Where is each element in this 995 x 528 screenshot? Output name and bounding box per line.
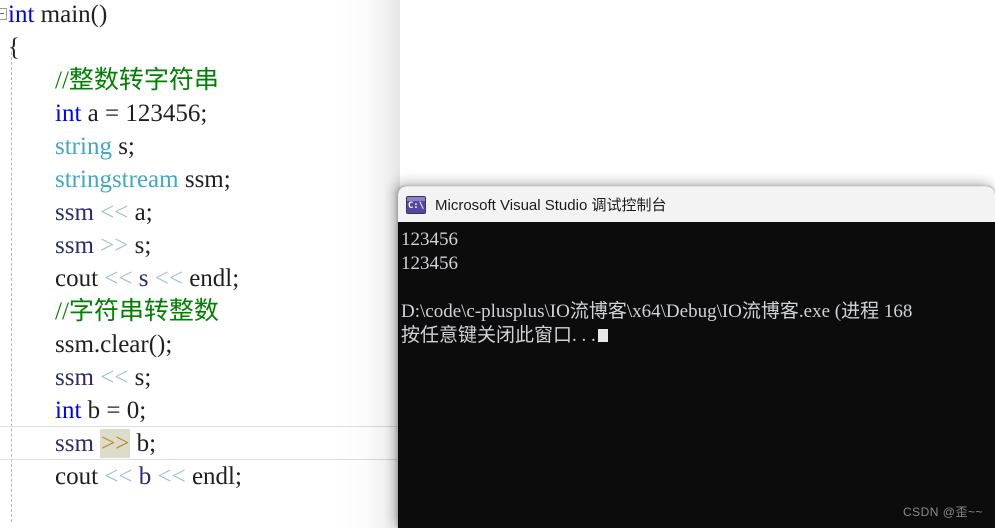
code-token: >> <box>100 232 129 259</box>
console-line-text: 按任意键关闭此窗口. . . <box>401 325 596 346</box>
code-token: a; <box>128 199 153 226</box>
csdn-watermark: CSDN @歪~~ <box>902 505 983 519</box>
console-line-text: 123456 <box>401 253 458 274</box>
code-token: ssm <box>55 232 101 259</box>
code-token: << <box>104 463 133 490</box>
console-output-line: 123456 <box>401 228 995 252</box>
code-token: b <box>132 463 158 490</box>
code-token: { <box>8 34 20 61</box>
code-token: ssm <box>55 430 101 457</box>
code-line[interactable]: cout << b << endl; <box>0 460 242 493</box>
code-line[interactable]: int b = 0; <box>0 394 146 427</box>
console-cursor <box>597 329 608 342</box>
console-output-line: 按任意键关闭此窗口. . . <box>401 324 995 348</box>
code-token: ssm; <box>178 166 231 193</box>
code-line[interactable]: ssm << s; <box>0 361 151 394</box>
code-token: //整数转字符串 <box>55 67 219 94</box>
console-window-title: Microsoft Visual Studio 调试控制台 <box>435 197 667 214</box>
code-token: 0 <box>126 397 140 424</box>
code-token: 123456 <box>125 100 201 127</box>
code-token: b = <box>81 397 127 424</box>
code-token: cout <box>55 265 105 292</box>
code-token: ssm <box>55 364 101 391</box>
code-line[interactable]: //整数转字符串 <box>0 64 219 97</box>
code-token: a = <box>81 100 126 127</box>
code-token: s; <box>111 133 135 160</box>
code-token: ssm <box>55 199 101 226</box>
console-app-icon: C:\ <box>406 195 426 214</box>
code-token: ; <box>200 100 208 127</box>
console-titlebar[interactable]: C:\ Microsoft Visual Studio 调试控制台 <box>398 186 995 222</box>
code-token: << <box>157 463 186 490</box>
console-app-icon-label: C:\ <box>407 200 425 211</box>
code-token: ; <box>139 397 147 424</box>
code-token: string <box>55 133 112 160</box>
code-line[interactable]: ssm >> s; <box>0 229 151 262</box>
console-line-text: D:\code\c-plusplus\IO流博客\x64\Debug\IO流博客… <box>401 301 913 322</box>
console-output-lines: 123456 123456 D:\code\c-plusplus\IO流博客\x64… <box>401 228 995 348</box>
code-token: stringstream <box>55 166 179 193</box>
console-line-text: 123456 <box>401 229 458 250</box>
code-line[interactable]: string s; <box>0 130 135 163</box>
code-token: int <box>8 1 35 28</box>
code-token: //字符串转整数 <box>55 298 219 325</box>
console-output-line: 123456 <box>401 252 995 276</box>
code-token: ssm.clear(); <box>55 331 173 358</box>
code-line[interactable]: //字符串转整数 <box>0 295 219 328</box>
code-token: main <box>34 1 91 28</box>
code-token: << <box>100 199 129 226</box>
code-line[interactable]: int a = 123456; <box>0 97 207 130</box>
code-token: s; <box>128 364 152 391</box>
code-token: int <box>55 397 82 424</box>
code-token: endl; <box>182 265 240 292</box>
code-token: << <box>154 265 183 292</box>
code-token: b; <box>130 430 157 457</box>
code-token: int <box>55 100 82 127</box>
code-token: () <box>90 1 108 28</box>
code-token: s; <box>128 232 152 259</box>
code-token: endl; <box>185 463 242 490</box>
code-line[interactable]: ssm << a; <box>0 196 153 229</box>
code-line[interactable]: stringstream ssm; <box>0 163 231 196</box>
code-token: cout <box>55 463 105 490</box>
console-output-area[interactable]: 123456 123456 D:\code\c-plusplus\IO流博客\x64… <box>398 222 995 528</box>
code-token: s <box>132 265 155 292</box>
code-surface[interactable]: int main(){//整数转字符串 int a = 123456; string… <box>0 0 400 528</box>
code-line[interactable]: ssm >> b; <box>0 427 156 460</box>
code-line[interactable]: int main() <box>0 0 107 31</box>
console-output-line: D:\code\c-plusplus\IO流博客\x64\Debug\IO流博客… <box>401 300 995 324</box>
code-line[interactable]: cout << s << endl; <box>0 262 239 295</box>
code-line[interactable]: ssm.clear(); <box>0 328 172 361</box>
code-token: << <box>100 364 129 391</box>
code-token: << <box>104 265 133 292</box>
debug-console-window[interactable]: C:\ Microsoft Visual Studio 调试控制台 123456… <box>398 186 995 528</box>
code-token: >> <box>100 429 131 458</box>
code-line[interactable]: { <box>0 31 20 64</box>
